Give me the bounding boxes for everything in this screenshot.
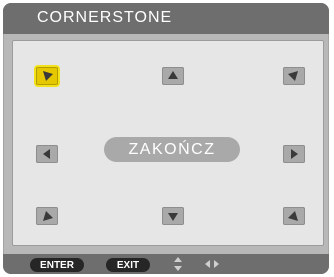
footer-hint-bar: ENTER EXIT [3,254,329,274]
corner-bottom-right-button[interactable] [283,207,305,225]
corner-top-left-button[interactable] [36,67,58,85]
left-right-arrows-icon [205,260,219,268]
corner-top-right-button[interactable] [283,67,305,85]
menu-title: CORNERSTONE [37,9,173,26]
arrow-up-left-icon [288,211,298,221]
exit-key-hint: EXIT [106,258,150,272]
enter-key-hint: ENTER [30,258,84,272]
corner-bottom-button[interactable] [162,207,184,225]
arrow-right-icon [291,149,298,159]
zakoncz-button[interactable]: ZAKOŃCZ [104,137,240,162]
arrow-down-icon [168,213,178,221]
corner-left-button[interactable] [36,145,58,163]
arrow-up-icon [168,71,178,79]
arrow-up-right-icon [43,211,53,221]
arrow-down-right-icon [43,71,53,81]
corner-bottom-left-button[interactable] [36,207,58,225]
arrow-down-left-icon [288,71,298,81]
corner-top-button[interactable] [162,67,184,85]
arrow-left-icon [43,149,50,159]
corner-right-button[interactable] [283,145,305,163]
up-down-arrows-icon [174,257,182,271]
menu-title-bar: CORNERSTONE [3,3,329,34]
